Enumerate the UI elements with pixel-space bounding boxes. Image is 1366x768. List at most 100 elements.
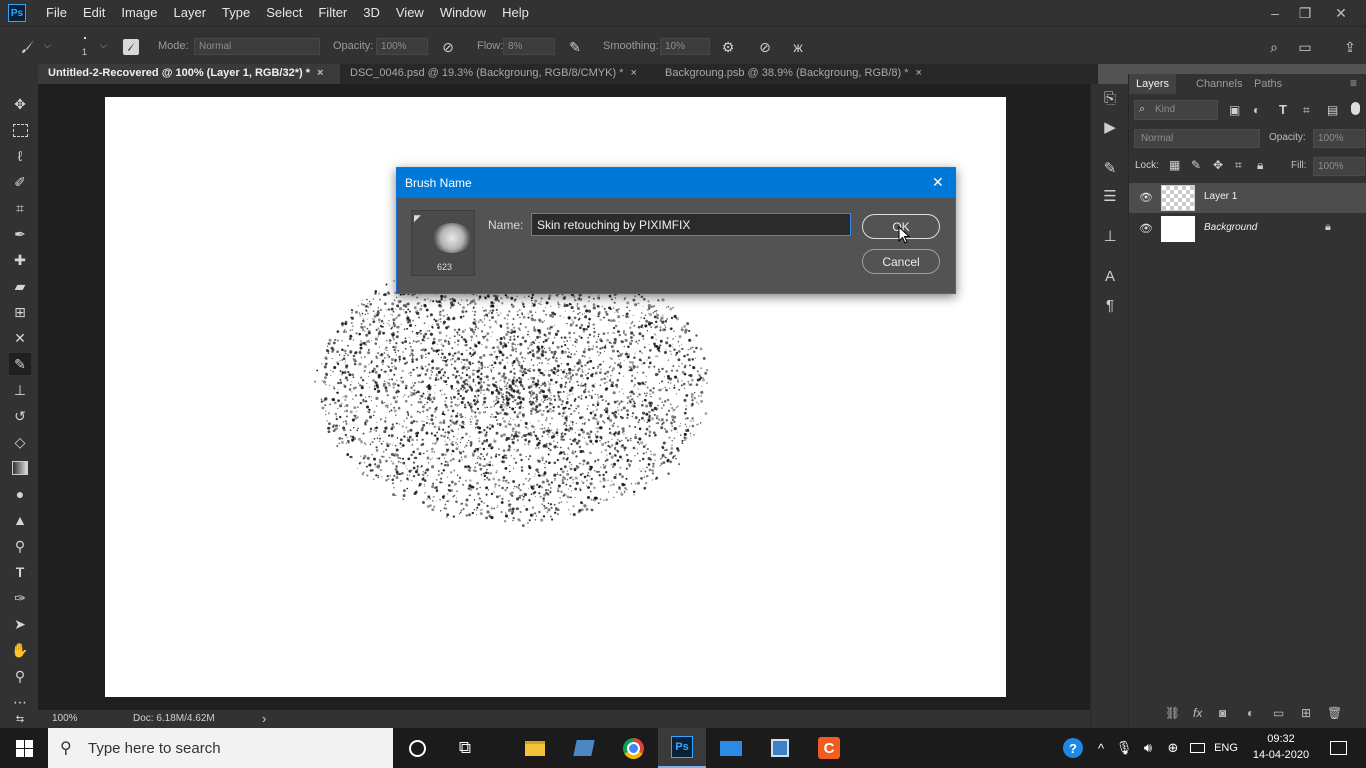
- menu-select[interactable]: Select: [258, 0, 310, 26]
- layer-row-layer-1[interactable]: 👁︎ Layer 1: [1129, 183, 1366, 213]
- microphone-icon[interactable]: 🎙︎: [1114, 728, 1134, 768]
- menu-file[interactable]: File: [38, 0, 75, 26]
- tab-close-icon[interactable]: ×: [317, 67, 323, 79]
- search-icon[interactable]: ⌕: [1264, 37, 1284, 57]
- gradient-tool-icon[interactable]: [9, 457, 31, 479]
- tab-dsc-0046[interactable]: DSC_0046.psd @ 19.3% (Backgroung, RGB/8/…: [340, 64, 656, 84]
- app-icon[interactable]: [560, 728, 608, 768]
- new-adjustment-icon[interactable]: ◐: [1247, 706, 1254, 720]
- workspace-icon[interactable]: ▭: [1295, 37, 1315, 57]
- eyedropper-tool-icon[interactable]: ✒: [9, 223, 31, 245]
- tab-paths[interactable]: Paths: [1247, 74, 1289, 94]
- share-icon[interactable]: ⇪: [1340, 37, 1360, 57]
- fill-input[interactable]: 100%: [1313, 157, 1365, 176]
- layer-row-background[interactable]: 👁︎ Background 🔒︎: [1129, 214, 1366, 244]
- tab-channels[interactable]: Channels: [1189, 74, 1249, 94]
- filter-smart-object-icon[interactable]: ▤: [1327, 103, 1338, 117]
- crop-tool-icon[interactable]: ⌗: [9, 197, 31, 219]
- color-swap-icon[interactable]: ⇆: [9, 712, 31, 726]
- volume-icon[interactable]: 🔊︎: [1137, 728, 1159, 768]
- tab-layers[interactable]: Layers: [1129, 74, 1177, 94]
- layer-opacity-input[interactable]: 100%: [1313, 129, 1365, 148]
- panel-menu-icon[interactable]: ≡: [1350, 76, 1357, 90]
- eye-visibility-icon[interactable]: 👁︎: [1139, 191, 1153, 204]
- sharpen-tool-icon[interactable]: ▲: [9, 509, 31, 531]
- frame-tool-icon[interactable]: ⊞: [9, 301, 31, 323]
- minimize-button[interactable]: –: [1258, 0, 1292, 26]
- delete-layer-icon[interactable]: 🗑︎: [1327, 706, 1342, 720]
- adjustments-panel-icon[interactable]: ☰: [1098, 184, 1122, 208]
- actions-play-icon[interactable]: ▶: [1098, 115, 1122, 139]
- clone-stamp-tool-icon[interactable]: ⊥: [9, 379, 31, 401]
- hand-tool-icon[interactable]: ✋: [9, 639, 31, 661]
- new-group-icon[interactable]: ▭: [1273, 706, 1284, 720]
- filter-toggle-icon[interactable]: [1351, 102, 1360, 115]
- menu-window[interactable]: Window: [432, 0, 494, 26]
- brush-tool-icon[interactable]: ✎: [9, 353, 31, 375]
- close-button[interactable]: ✕: [1324, 0, 1358, 26]
- path-selection-tool-icon[interactable]: ➤: [9, 613, 31, 635]
- pressure-size-icon[interactable]: ⊘: [755, 37, 775, 57]
- photoshop-taskbar-icon[interactable]: Ps: [658, 728, 706, 768]
- patch-tool-icon[interactable]: ▰: [9, 275, 31, 297]
- opacity-input[interactable]: 100%: [376, 38, 428, 55]
- windows-start-icon[interactable]: [0, 728, 48, 768]
- zoom-level[interactable]: 100%: [52, 713, 78, 724]
- cortana-icon[interactable]: [393, 728, 441, 768]
- history-panel-icon[interactable]: ⎘: [1098, 86, 1122, 110]
- tab-close-icon[interactable]: ×: [630, 67, 636, 79]
- tab-untitled-2-recovered[interactable]: Untitled-2-Recovered @ 100% (Layer 1, RG…: [38, 64, 340, 84]
- chrome-icon[interactable]: [609, 728, 657, 768]
- tool-preset-chevron-icon[interactable]: ⌵: [44, 40, 51, 51]
- brush-settings-toggle-icon[interactable]: [121, 37, 141, 57]
- menu-type[interactable]: Type: [214, 0, 258, 26]
- help-tray-icon[interactable]: ?: [1062, 728, 1084, 768]
- dialog-close-icon[interactable]: ✕: [932, 174, 944, 191]
- menu-layer[interactable]: Layer: [166, 0, 215, 26]
- clock[interactable]: 09:32 14-04-2020: [1248, 731, 1314, 765]
- cancel-button[interactable]: Cancel: [862, 249, 940, 274]
- fx-icon[interactable]: fx: [1193, 706, 1202, 720]
- pressure-opacity-icon[interactable]: ⊘: [438, 37, 458, 57]
- new-layer-icon[interactable]: ⊞: [1301, 706, 1311, 720]
- type-tool-icon[interactable]: T: [9, 561, 31, 583]
- more-tools-icon[interactable]: ⋯: [9, 691, 31, 713]
- brush-tool-icon[interactable]: [18, 37, 38, 57]
- link-layers-icon[interactable]: ⛓: [1165, 706, 1180, 720]
- lock-position-icon[interactable]: ✥: [1213, 158, 1223, 172]
- symmetry-butterfly-icon[interactable]: ж: [788, 37, 808, 57]
- status-menu-arrow-icon[interactable]: ›: [262, 711, 266, 726]
- file-explorer-icon[interactable]: [511, 728, 559, 768]
- menu-view[interactable]: View: [388, 0, 432, 26]
- lock-image-icon[interactable]: ✎: [1191, 158, 1201, 172]
- menu-filter[interactable]: Filter: [310, 0, 355, 26]
- mail-icon[interactable]: [707, 728, 755, 768]
- pen-tool-icon[interactable]: ✑: [9, 587, 31, 609]
- filter-pixel-icon[interactable]: ▣: [1229, 103, 1240, 117]
- network-globe-icon[interactable]: ⊕: [1162, 728, 1184, 768]
- brush-picker-chevron-icon[interactable]: ⌵: [100, 40, 107, 51]
- lock-artboard-icon[interactable]: ⌗: [1235, 158, 1242, 173]
- eraser-tool-icon[interactable]: ◇: [9, 431, 31, 453]
- clone-source-panel-icon[interactable]: ⊥: [1098, 224, 1122, 248]
- filter-shape-icon[interactable]: ⌗: [1303, 103, 1310, 118]
- lock-transparent-icon[interactable]: ▦: [1169, 158, 1180, 172]
- chevron-up-icon[interactable]: ^: [1091, 728, 1111, 768]
- menu-3d[interactable]: 3D: [355, 0, 388, 26]
- marquee-tool-icon[interactable]: [9, 119, 31, 141]
- filter-adjustment-icon[interactable]: ◐: [1253, 103, 1260, 117]
- move-tool-icon[interactable]: ✥: [9, 93, 31, 115]
- blend-mode-select[interactable]: Normal: [1134, 129, 1260, 148]
- healing-brush-tool-icon[interactable]: ✚: [9, 249, 31, 271]
- airbrush-icon[interactable]: ✎: [565, 37, 585, 57]
- recorder-app-icon[interactable]: C: [805, 728, 853, 768]
- lasso-tool-icon[interactable]: ℓ: [9, 145, 31, 167]
- tab-backgroung-psb[interactable]: Backgroung.psb @ 38.9% (Backgroung, RGB/…: [655, 64, 955, 84]
- lock-all-icon[interactable]: 🔒︎: [1257, 158, 1263, 173]
- taskbar-search-box[interactable]: ⚲ Type here to search: [48, 728, 393, 768]
- action-center-icon[interactable]: [1318, 728, 1358, 768]
- content-aware-move-tool-icon[interactable]: ✕: [9, 327, 31, 349]
- flow-input[interactable]: 8%: [503, 38, 555, 55]
- zoom-tool-icon[interactable]: ⚲: [9, 665, 31, 687]
- brush-size-value[interactable]: 1: [82, 47, 87, 57]
